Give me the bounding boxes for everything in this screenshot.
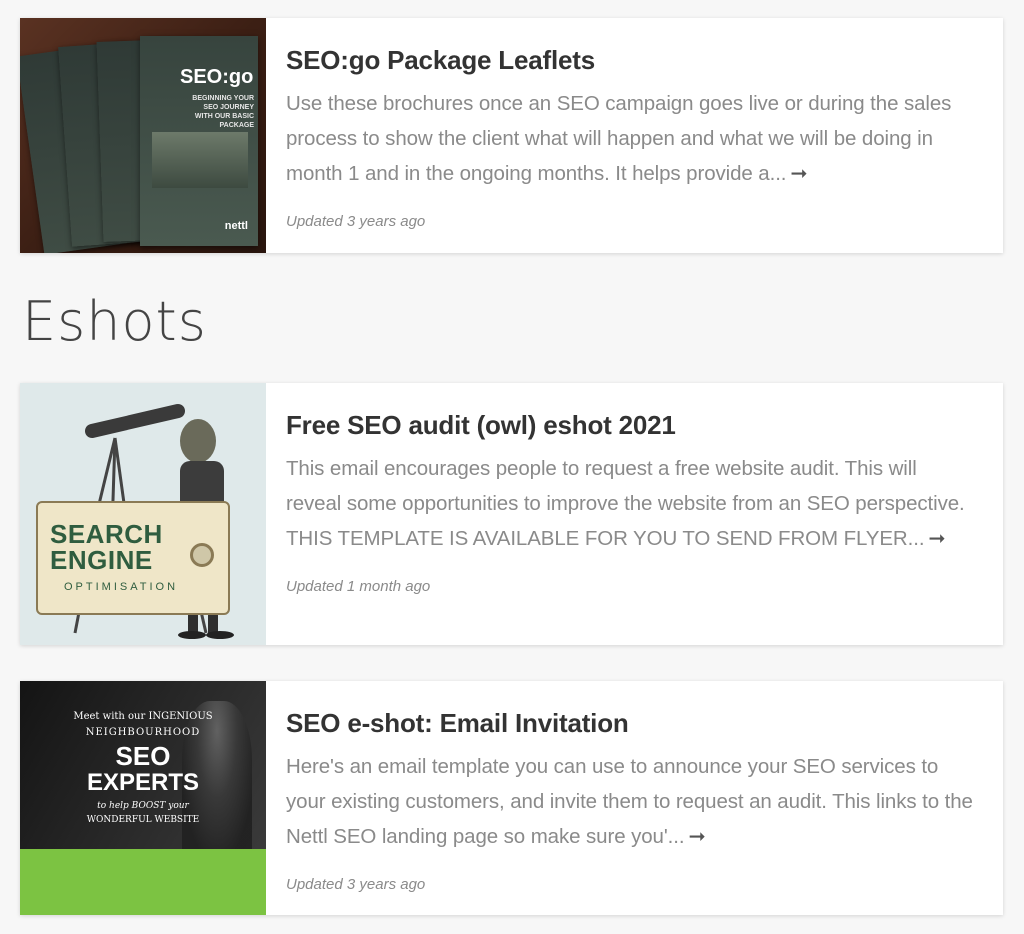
card-title[interactable]: SEO:go Package Leaflets (286, 44, 973, 76)
card-body: SEO:go Package Leaflets Use these brochu… (266, 18, 1003, 253)
card-description: Use these brochures once an SEO campaign… (286, 92, 952, 185)
card-description: This email encourages people to request … (286, 457, 965, 550)
sign-subtext: OPTIMISATION (64, 581, 179, 593)
experts-line6: WONDERFUL WEBSITE (86, 815, 200, 825)
card-seo-eshot-email-invitation[interactable]: Meet with our INGENIOUS NEIGHBOURHOOD SE… (20, 681, 1003, 915)
brochure-brand: SEO:go (180, 66, 254, 88)
brochure-image: SEO:go BEGINNING YOUR SEO JOURNEY WITH O… (140, 36, 258, 246)
search-engine-sign: SEARCH ENGINE OPTIMISATION (36, 501, 230, 615)
card-thumbnail[interactable]: SEARCH ENGINE OPTIMISATION (20, 383, 266, 645)
sign-grommet-icon (190, 543, 214, 567)
updated-timestamp: Updated 1 month ago (286, 578, 431, 595)
card-thumbnail[interactable]: Meet with our INGENIOUS NEIGHBOURHOOD SE… (20, 681, 266, 915)
page: SEO:go BEGINNING YOUR SEO JOURNEY WITH O… (0, 0, 1024, 934)
arrow-right-icon[interactable]: ➞ (928, 527, 945, 550)
experts-line2: NEIGHBOURHOOD (85, 727, 201, 738)
experts-line4: EXPERTS (86, 769, 200, 796)
brochure-photo (152, 132, 248, 188)
updated-timestamp: Updated 3 years ago (286, 876, 426, 893)
card-seo-go-leaflets[interactable]: SEO:go BEGINNING YOUR SEO JOURNEY WITH O… (20, 18, 1003, 253)
green-footer (20, 849, 266, 915)
card-title[interactable]: SEO e-shot: Email Invitation (286, 707, 973, 739)
card-title[interactable]: Free SEO audit (owl) eshot 2021 (286, 409, 973, 441)
experts-line1: Meet with our INGENIOUS (73, 711, 213, 722)
arrow-right-icon[interactable]: ➞ (688, 825, 705, 848)
card-body: SEO e-shot: Email Invitation Here's an e… (266, 681, 1003, 915)
sign-text: SEARCH ENGINE (50, 519, 163, 575)
card-body: Free SEO audit (owl) eshot 2021 This ema… (266, 383, 1003, 645)
section-heading-eshots: Eshots (22, 290, 207, 353)
experts-line5: to help BOOST your (97, 801, 189, 811)
card-description: Here's an email template you can use to … (286, 755, 973, 848)
nettl-logo: nettl (224, 220, 248, 232)
experts-line3: SEO (115, 741, 171, 771)
card-free-seo-audit-owl[interactable]: SEARCH ENGINE OPTIMISATION Free SEO audi… (20, 383, 1003, 645)
brochure-tagline: BEGINNING YOUR SEO JOURNEY WITH OUR BASI… (192, 95, 254, 129)
arrow-right-icon[interactable]: ➞ (790, 162, 807, 185)
updated-timestamp: Updated 3 years ago (286, 213, 426, 230)
card-thumbnail[interactable]: SEO:go BEGINNING YOUR SEO JOURNEY WITH O… (20, 18, 266, 253)
